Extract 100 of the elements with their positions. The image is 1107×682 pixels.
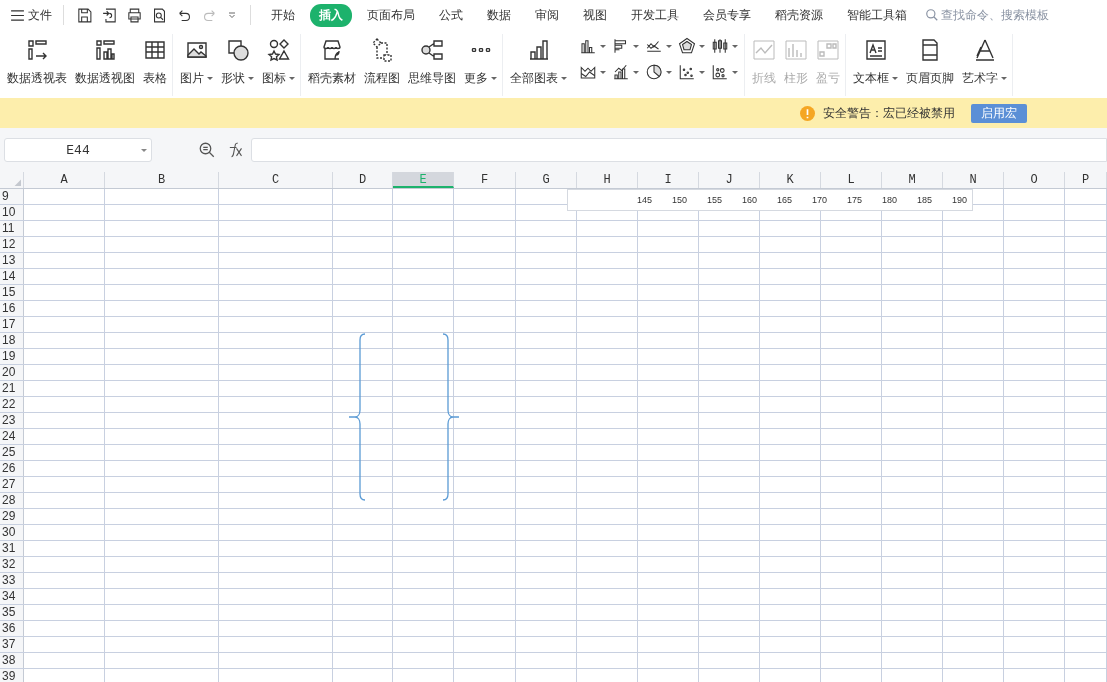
ribbon-button[interactable]: 页眉页脚 <box>903 36 957 89</box>
ribbon-tab[interactable]: 视图 <box>574 3 616 27</box>
shapes-icon <box>225 38 250 62</box>
ribbon-tab[interactable]: 数据 <box>478 3 520 27</box>
row-header[interactable]: 35 <box>0 605 24 620</box>
search-icon <box>925 8 939 22</box>
column-header[interactable]: O <box>1004 172 1065 188</box>
ribbon-button[interactable]: 更多 <box>461 36 500 89</box>
axis-number: 155 <box>706 195 723 205</box>
ribbon-button[interactable]: 形状 <box>218 36 257 89</box>
row-header[interactable]: 36 <box>0 621 24 636</box>
line-chart-icon <box>752 38 776 62</box>
row-header[interactable]: 18 <box>0 333 24 348</box>
column-header[interactable]: G <box>516 172 577 188</box>
ribbon-button[interactable]: 流程图 <box>361 36 403 89</box>
row-header[interactable]: 23 <box>0 413 24 428</box>
row-header[interactable]: 28 <box>0 493 24 508</box>
row-header[interactable]: 27 <box>0 477 24 492</box>
column-header[interactable]: C <box>219 172 333 188</box>
print-preview-icon[interactable] <box>151 6 168 24</box>
export-icon[interactable] <box>101 6 118 24</box>
ribbon-button[interactable]: 全部图表 <box>507 36 570 89</box>
search-field[interactable]: 查找命令、搜索模板 <box>925 8 1073 22</box>
print-icon[interactable] <box>126 6 143 24</box>
flowchart-icon <box>370 38 394 62</box>
row-header[interactable]: 16 <box>0 301 24 316</box>
column-header[interactable]: B <box>105 172 219 188</box>
row-header[interactable]: 19 <box>0 349 24 364</box>
text-box[interactable]: 145 150 155 160 165 170 175 180 185 190 <box>567 189 973 211</box>
save-icon[interactable] <box>76 6 93 24</box>
ribbon-tab[interactable]: 开发工具 <box>622 3 688 27</box>
axis-number: 170 <box>811 195 828 205</box>
column-header[interactable]: P <box>1065 172 1107 188</box>
axis-number: 150 <box>671 195 688 205</box>
row-header[interactable]: 26 <box>0 461 24 476</box>
axis-number: 185 <box>916 195 933 205</box>
storefront-icon <box>320 38 344 62</box>
ribbon-tab[interactable]: 页面布局 <box>358 3 424 27</box>
column-chart-icon <box>784 38 808 62</box>
more-icon <box>470 48 491 52</box>
axis-number: 160 <box>741 195 758 205</box>
column-header[interactable]: H <box>577 172 638 188</box>
zoom-icon[interactable] <box>198 141 216 159</box>
ribbon-button[interactable]: 图片 <box>177 36 216 89</box>
row-header[interactable]: 14 <box>0 269 24 284</box>
row-header[interactable]: 32 <box>0 557 24 572</box>
ribbon-button[interactable]: 稻壳素材 <box>305 36 359 89</box>
row-header[interactable]: 20 <box>0 365 24 380</box>
text-box-icon <box>863 38 888 62</box>
formula-field[interactable] <box>251 138 1107 162</box>
row-header[interactable]: 10 <box>0 205 24 220</box>
row-header[interactable]: 29 <box>0 509 24 524</box>
ribbon-button[interactable]: 数据透视表 <box>4 36 70 89</box>
axis-number: 175 <box>846 195 863 205</box>
menu-icon <box>11 9 24 21</box>
row-header[interactable]: 31 <box>0 541 24 556</box>
row-header[interactable]: 34 <box>0 589 24 604</box>
ribbon-tab[interactable]: 开始 <box>262 3 304 27</box>
win-loss-icon <box>816 38 840 62</box>
ribbon-button[interactable]: 艺术字 <box>959 36 1010 89</box>
file-menu[interactable]: 文件 <box>8 4 55 26</box>
mind-map-icon <box>420 38 444 62</box>
row-header[interactable]: 13 <box>0 253 24 268</box>
column-header[interactable]: K <box>760 172 821 188</box>
row-header[interactable]: 37 <box>0 637 24 652</box>
ribbon-tab[interactable]: 审阅 <box>526 3 568 27</box>
name-box[interactable]: E44 <box>4 138 152 162</box>
row-header[interactable]: 15 <box>0 285 24 300</box>
row-header[interactable]: 33 <box>0 573 24 588</box>
ribbon-button[interactable]: 思维导图 <box>405 36 459 89</box>
row-header[interactable]: 30 <box>0 525 24 540</box>
column-header[interactable]: I <box>638 172 699 188</box>
ribbon-button[interactable]: 图标 <box>259 36 298 89</box>
row-header[interactable]: 25 <box>0 445 24 460</box>
row-header[interactable]: 12 <box>0 237 24 252</box>
row-header[interactable]: 39 <box>0 669 24 682</box>
column-header[interactable]: J <box>699 172 760 188</box>
row-header[interactable]: 38 <box>0 653 24 668</box>
ribbon-button[interactable]: 文本框 <box>850 36 901 89</box>
row-header[interactable]: 9 <box>0 189 24 204</box>
axis-number: 180 <box>881 195 898 205</box>
ribbon-tab[interactable]: 稻壳资源 <box>766 3 832 27</box>
ribbon-tab[interactable]: 会员专享 <box>694 3 760 27</box>
axis-number: 190 <box>951 195 968 205</box>
row-header[interactable]: 11 <box>0 221 24 236</box>
row-header[interactable]: 21 <box>0 381 24 396</box>
ribbon-tab[interactable]: 智能工具箱 <box>838 3 916 27</box>
ribbon-button[interactable]: 数据透视图 <box>72 36 138 89</box>
column-header[interactable]: A <box>24 172 105 188</box>
row-header[interactable]: 22 <box>0 397 24 412</box>
ribbon-tab[interactable]: 公式 <box>430 3 472 27</box>
column-header[interactable]: F <box>454 172 516 188</box>
row-header[interactable]: 24 <box>0 429 24 444</box>
column-header[interactable]: L <box>821 172 882 188</box>
pivot-chart-icon <box>93 38 117 62</box>
row-header[interactable]: 17 <box>0 317 24 332</box>
warning-icon <box>800 105 815 121</box>
ribbon-button[interactable]: 表格 <box>140 36 170 89</box>
column-header[interactable]: M <box>882 172 943 188</box>
column-header[interactable]: N <box>943 172 1004 188</box>
